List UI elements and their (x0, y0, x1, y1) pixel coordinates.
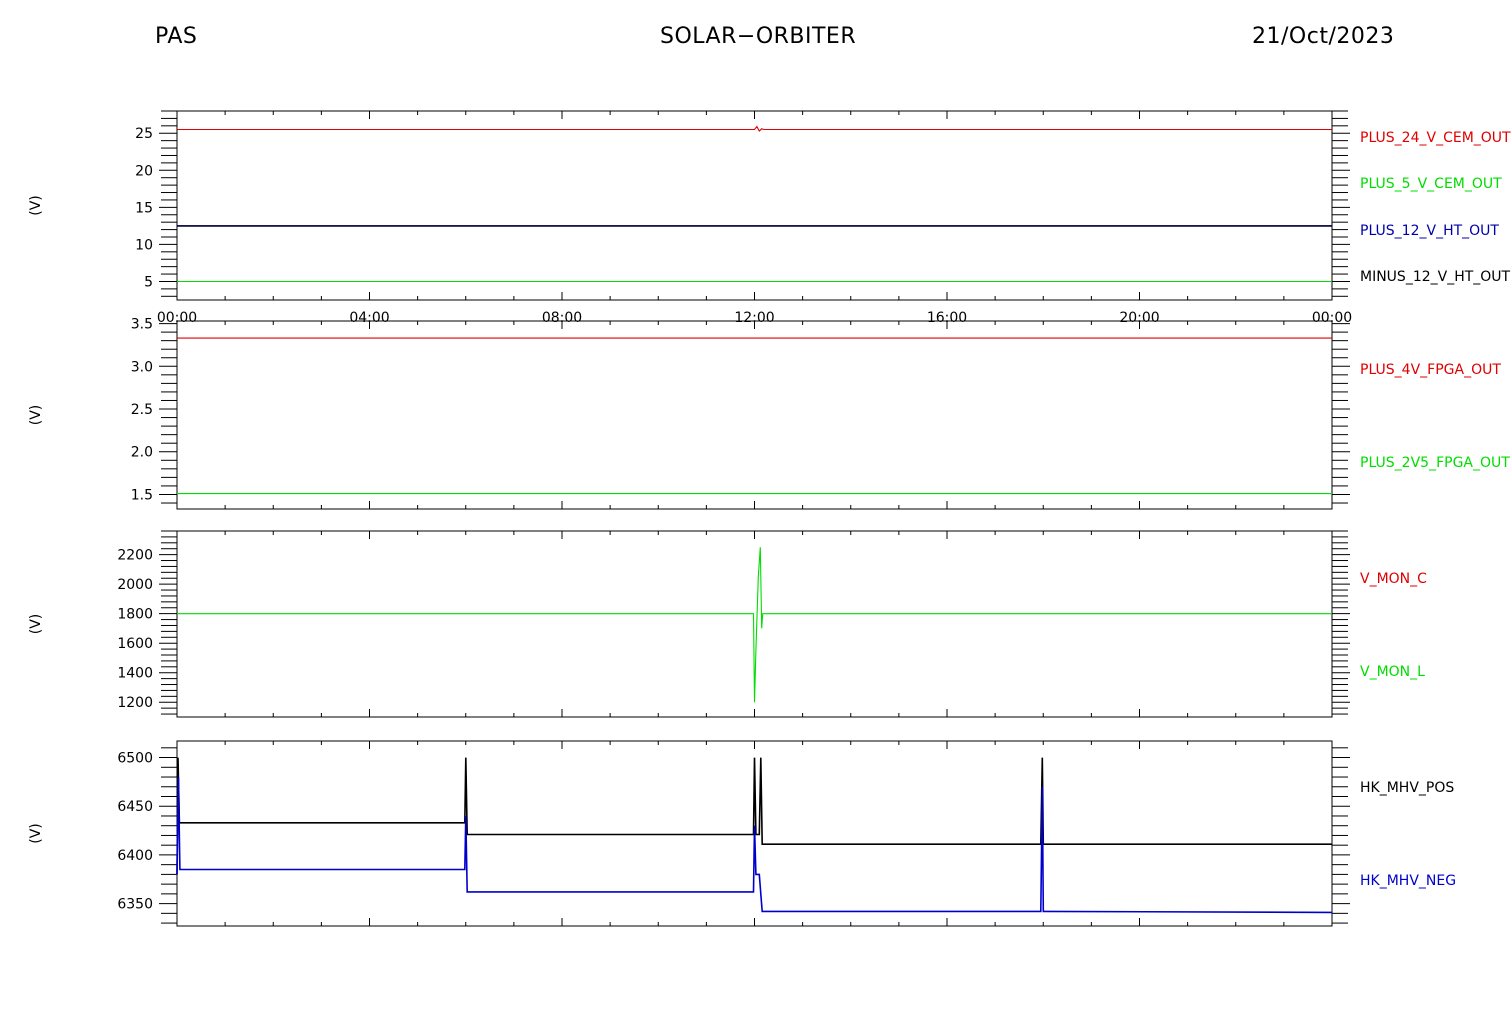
chart-area: 5 10 15 20 25 (V) PLUS_24_V_CEM_OUT PLUS_5_V_CE… (28, 110, 1511, 927)
y-axis-label: (V) (28, 823, 44, 844)
panel-2: 1.5 2.0 2.5 3.0 3.5 (V) PLUS_4V_FPGA_OUT PLUS_2… (28, 317, 1510, 510)
panel-frame (176, 320, 1333, 510)
y-tick-label: 20 (135, 163, 153, 179)
y-tick-label: 6400 (117, 848, 153, 864)
y-axis-label: (V) (28, 405, 44, 426)
y-tick-label: 3.5 (131, 317, 153, 333)
series-label: HK_MHV_NEG (1360, 873, 1456, 889)
y-tick-label: 5 (144, 274, 153, 290)
y-tick-label: 6450 (117, 799, 153, 815)
series-label: PLUS_2V5_FPGA_OUT (1360, 455, 1510, 471)
y-tick-label: 1400 (117, 666, 153, 682)
y-tick-label: 6350 (117, 897, 153, 913)
panel-3: 1200 1400 1600 1800 2000 2200 (V) V_MON_C V_MON_… (28, 530, 1427, 718)
series-label: PLUS_12_V_HT_OUT (1360, 223, 1499, 239)
series-label: PLUS_24_V_CEM_OUT (1360, 130, 1511, 146)
panel-4: 6350 6400 6450 6500 (V) HK_MHV_POS HK_MHV_NEG (28, 740, 1456, 927)
series-line (177, 125, 1332, 132)
y-tick-label: 2200 (117, 548, 153, 564)
series-label: V_MON_C (1360, 571, 1427, 587)
y-tick-label: 1800 (117, 607, 153, 623)
y-tick-label: 15 (135, 200, 153, 216)
series-label: PLUS_5_V_CEM_OUT (1360, 176, 1502, 192)
series-label: MINUS_12_V_HT_OUT (1360, 269, 1511, 285)
panel-1: 5 10 15 20 25 (V) PLUS_24_V_CEM_OUT PLUS_5_V_CE… (28, 110, 1511, 326)
y-tick-label: 1600 (117, 636, 153, 652)
series-label: HK_MHV_POS (1360, 780, 1454, 796)
y-tick-label: 2000 (117, 577, 153, 593)
y-tick-label: 2.5 (131, 402, 153, 418)
panel-frame (176, 110, 1333, 301)
y-tick-label: 1200 (117, 695, 153, 711)
y-axis-label: (V) (28, 614, 44, 635)
series-label: V_MON_L (1360, 664, 1425, 680)
y-tick-label: 25 (135, 126, 153, 142)
y-tick-label: 2.0 (131, 445, 153, 461)
series-label: PLUS_4V_FPGA_OUT (1360, 362, 1501, 378)
y-axis-label: (V) (28, 195, 44, 216)
y-tick-label: 10 (135, 237, 153, 253)
y-tick-label: 1.5 (131, 487, 153, 503)
series-line (177, 547, 1332, 703)
y-tick-label: 3.0 (131, 359, 153, 375)
y-tick-label: 6500 (117, 751, 153, 767)
